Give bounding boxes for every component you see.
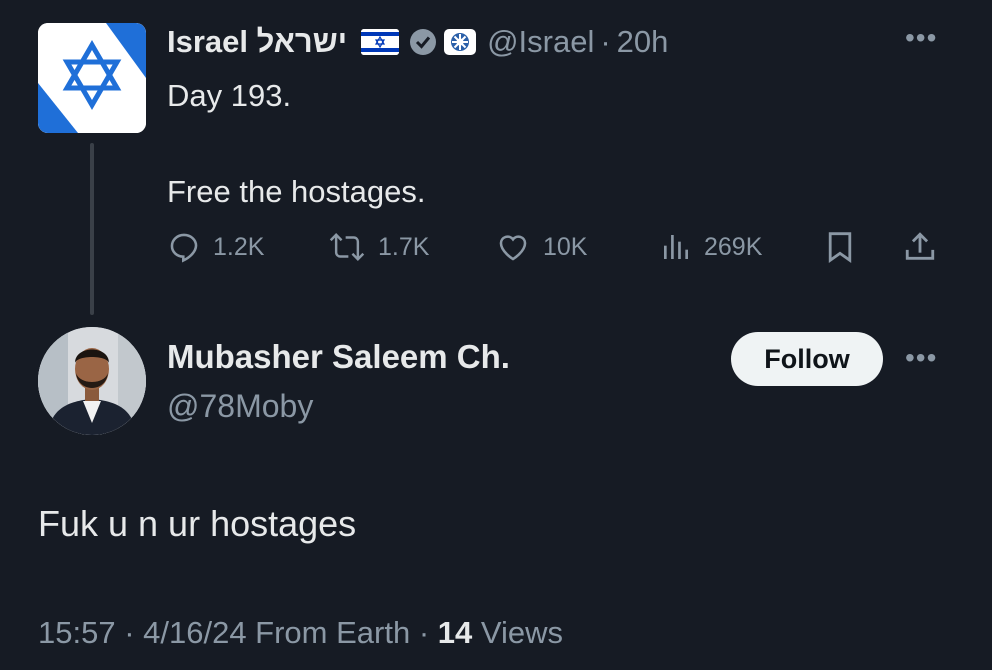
reply-action[interactable]: 1.2K [167, 227, 264, 267]
reply-avatar[interactable] [38, 327, 146, 435]
dot-separator: · [418, 615, 438, 650]
reply-timestamp[interactable]: 15:57 · 4/16/24 From Earth [38, 615, 410, 650]
like-action[interactable]: 10K [495, 227, 587, 267]
bookmark-icon[interactable] [826, 227, 854, 267]
follow-button[interactable]: Follow [731, 332, 883, 386]
share-icon[interactable] [903, 227, 937, 267]
organization-badge-icon[interactable] [443, 28, 477, 56]
like-count: 10K [543, 232, 588, 261]
thread-line [90, 143, 94, 315]
verified-badge-icon[interactable] [409, 28, 437, 56]
views-action[interactable]: 269K [660, 227, 762, 267]
parent-handle[interactable]: @Israel [487, 24, 594, 60]
reply-text: Fuk u n ur hostages [38, 503, 357, 544]
repost-count: 1.7K [378, 232, 430, 261]
parent-tweet-text: Day 193. Free the hostages. [167, 78, 426, 209]
reply-views-label: Views [480, 615, 564, 650]
views-count: 269K [704, 232, 763, 261]
reply-count: 1.2K [213, 232, 265, 261]
parent-tweet-header: Israel ישראל @Israel · 20h [167, 22, 668, 62]
reply-handle[interactable]: @78Moby [167, 388, 313, 425]
repost-icon [329, 233, 365, 261]
israel-avatar[interactable] [38, 23, 146, 133]
repost-action[interactable]: 1.7K [328, 227, 429, 267]
reply-more-icon[interactable]: ••• [905, 342, 937, 374]
like-icon [499, 235, 527, 261]
views-icon [664, 235, 688, 259]
reply-meta: 15:57 · 4/16/24 From Earth · 14 Views [38, 615, 563, 651]
dot-separator: · [600, 24, 611, 59]
israel-flag-icon [361, 29, 400, 55]
reply-icon [170, 233, 198, 263]
parent-time[interactable]: 20h [617, 24, 669, 60]
reply-display-name[interactable]: Mubasher Saleem Ch. [167, 338, 510, 376]
more-icon[interactable]: ••• [905, 22, 937, 54]
reply-views-count: 14 [437, 615, 473, 650]
parent-display-name[interactable]: Israel ישראל [167, 24, 347, 60]
